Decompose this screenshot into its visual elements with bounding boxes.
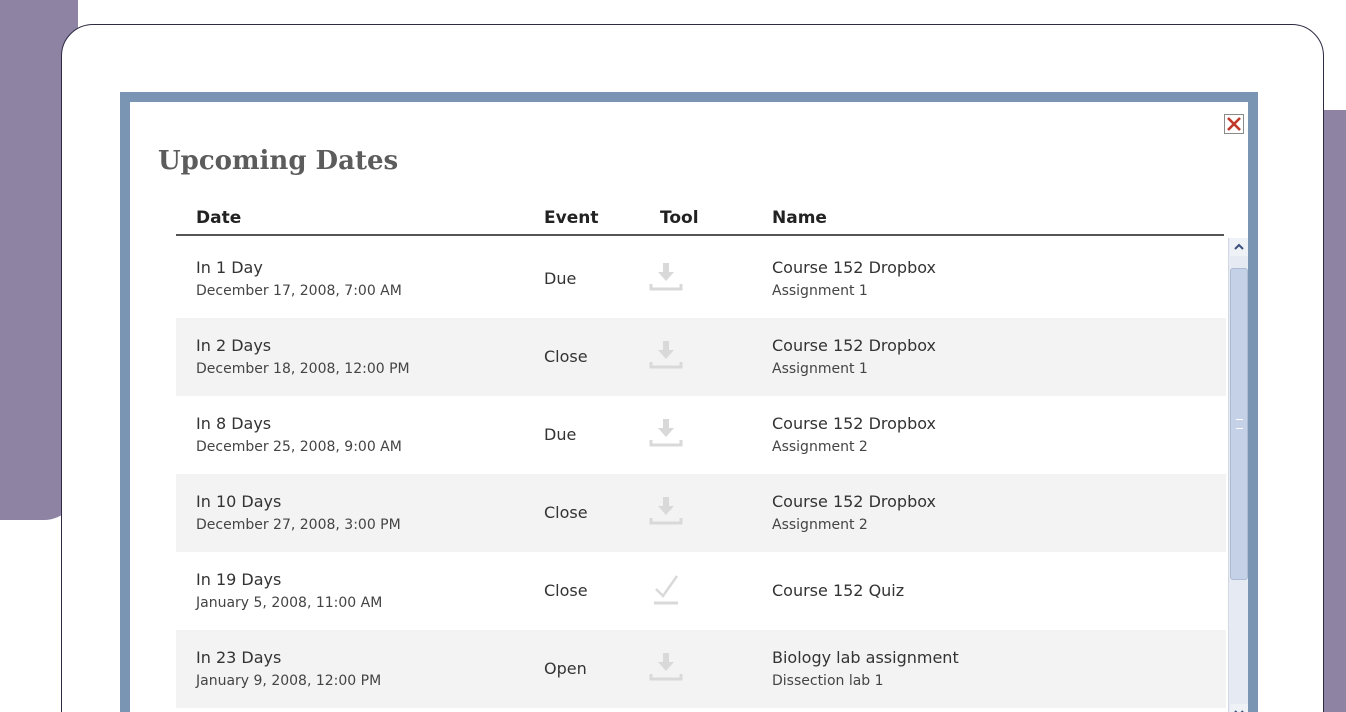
row-event: Due: [544, 425, 577, 444]
row-subname: Assignment 1: [772, 283, 868, 299]
dropbox-download-icon[interactable]: [646, 648, 686, 690]
table-row[interactable]: In 23 Days January 9, 2008, 12:00 PM Ope…: [176, 630, 1226, 708]
row-date: December 17, 2008, 7:00 AM: [196, 283, 402, 299]
row-date: January 9, 2008, 12:00 PM: [196, 673, 382, 689]
row-subname: Assignment 2: [772, 517, 868, 533]
row-relative-date: In 1 Day: [196, 258, 263, 277]
row-relative-date: In 23 Days: [196, 648, 282, 667]
dropbox-download-icon[interactable]: [646, 414, 686, 456]
row-event: Close: [544, 347, 588, 366]
scroll-up-button[interactable]: [1230, 238, 1248, 256]
row-event: Close: [544, 581, 588, 600]
row-event: Due: [544, 269, 577, 288]
table-row[interactable]: In 19 Days January 5, 2008, 11:00 AM Clo…: [176, 552, 1226, 630]
row-date: December 18, 2008, 12:00 PM: [196, 361, 410, 377]
row-event: Close: [544, 503, 588, 522]
row-relative-date: In 2 Days: [196, 336, 272, 355]
row-name[interactable]: Course 152 Dropbox: [772, 258, 936, 277]
scrollbar-grip: [1236, 419, 1243, 429]
table-header: Date Event Tool Name: [176, 200, 1224, 236]
dropbox-download-icon[interactable]: [646, 492, 686, 534]
table-row[interactable]: In 8 Days December 25, 2008, 9:00 AM Due…: [176, 396, 1226, 474]
row-date: December 27, 2008, 3:00 PM: [196, 517, 401, 533]
dropbox-download-icon[interactable]: [646, 258, 686, 300]
close-x-icon: [1227, 117, 1241, 131]
chevron-down-icon: [1234, 710, 1244, 712]
quiz-check-icon[interactable]: [646, 570, 686, 612]
row-name[interactable]: Course 152 Quiz: [772, 581, 904, 600]
upcoming-dates-dialog: Upcoming Dates Date Event Tool Name In 1…: [120, 92, 1258, 712]
table-row[interactable]: In 2 Days December 18, 2008, 12:00 PM Cl…: [176, 318, 1226, 396]
vertical-scrollbar[interactable]: [1228, 238, 1248, 712]
row-name[interactable]: Course 152 Dropbox: [772, 492, 936, 511]
dialog-body: Upcoming Dates Date Event Tool Name In 1…: [130, 102, 1248, 712]
header-name: Name: [772, 208, 827, 228]
row-name[interactable]: Course 152 Dropbox: [772, 414, 936, 433]
row-relative-date: In 8 Days: [196, 414, 272, 433]
scrollbar-thumb[interactable]: [1230, 268, 1248, 580]
row-relative-date: In 19 Days: [196, 570, 282, 589]
row-name[interactable]: Biology lab assignment: [772, 648, 959, 667]
row-date: December 25, 2008, 9:00 AM: [196, 439, 402, 455]
row-event: Open: [544, 659, 587, 678]
row-relative-date: In 10 Days: [196, 492, 282, 511]
row-date: January 5, 2008, 11:00 AM: [196, 595, 383, 611]
chevron-up-icon: [1234, 243, 1244, 250]
dropbox-download-icon[interactable]: [646, 336, 686, 378]
row-subname: Assignment 1: [772, 361, 868, 377]
dialog-title: Upcoming Dates: [158, 146, 399, 176]
header-date: Date: [196, 208, 242, 228]
scroll-down-button[interactable]: [1230, 704, 1248, 712]
close-button[interactable]: [1224, 114, 1244, 134]
row-subname: Assignment 2: [772, 439, 868, 455]
table-body: In 1 Day December 17, 2008, 7:00 AM Due …: [176, 240, 1226, 708]
header-tool: Tool: [660, 208, 699, 228]
table-row[interactable]: In 10 Days December 27, 2008, 3:00 PM Cl…: [176, 474, 1226, 552]
table-row[interactable]: In 1 Day December 17, 2008, 7:00 AM Due …: [176, 240, 1226, 318]
row-name[interactable]: Course 152 Dropbox: [772, 336, 936, 355]
row-subname: Dissection lab 1: [772, 673, 884, 689]
header-event: Event: [544, 208, 599, 228]
